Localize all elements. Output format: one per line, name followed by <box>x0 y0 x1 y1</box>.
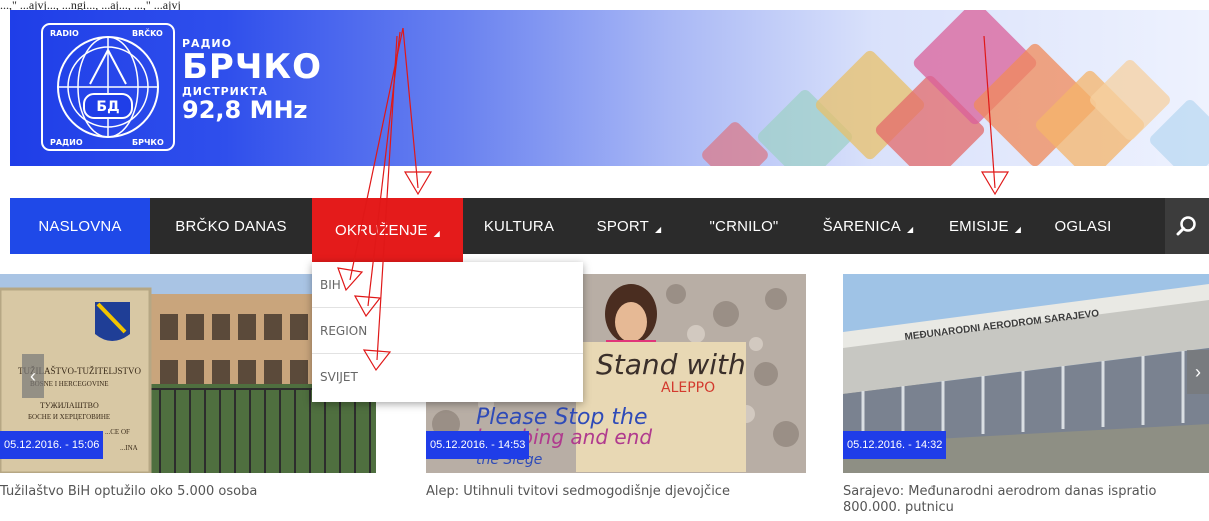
nav-item-sarenica[interactable]: ŠARENICA ◢ <box>805 198 931 254</box>
nav-item-kultura[interactable]: KULTURA <box>463 198 575 254</box>
nav-item-sport[interactable]: SPORT ◢ <box>575 198 683 254</box>
nav-item-label: EMISIJE <box>948 217 1009 235</box>
date-badge: 05.12.2016. - 14:32 <box>843 431 947 459</box>
station-logo[interactable]: БД RADIO BRČKO РАДИО БРЧКО <box>40 22 176 152</box>
news-caption[interactable]: Alep: Utihnuli tvitovi sedmogodišnje dje… <box>426 484 730 500</box>
station-name: РАДИО БРЧКО ДИСТРИКТА 92,8 MHz <box>182 38 322 122</box>
date-badge: 05.12.2016. - 15:06 <box>0 431 104 459</box>
news-caption-line: Sarajevo: Međunarodni aerodrom danas isp… <box>843 484 1157 499</box>
nav-item-brcko-danas[interactable]: BRČKO DANAS <box>150 198 312 254</box>
nav-item-label: NASLOVNA <box>38 217 122 235</box>
main-nav: NASLOVNA BRČKO DANAS OKRUŽENJE ◢ KULTURA… <box>10 198 1209 262</box>
caret-down-icon: ◢ <box>655 224 662 234</box>
caret-down-icon: ◢ <box>906 224 914 234</box>
okruzenje-dropdown-menu: BIH REGION SVIJET <box>312 262 583 402</box>
search-icon <box>1176 216 1196 236</box>
logo-mark-text: БД <box>96 99 119 115</box>
nav-item-label: KULTURA <box>483 217 555 235</box>
decor-shape <box>699 119 771 166</box>
logo-top-right-text: BRČKO <box>132 27 163 38</box>
slider-next-button[interactable]: › <box>1187 350 1209 394</box>
nav-item-label: OGLASI <box>1054 217 1112 235</box>
dropdown-item-label: SVIJET <box>320 370 358 384</box>
logo-bottom-right-text: БРЧКО <box>132 138 164 147</box>
sign-text: ...CE OF <box>105 428 130 436</box>
nav-item-okruzenje[interactable]: OKRUŽENJE ◢ <box>312 198 463 262</box>
logo-bottom-left-text: РАДИО <box>50 138 83 147</box>
sign-text: ALEPPO <box>661 380 715 396</box>
nav-item-oglasi[interactable]: OGLASI <box>1039 198 1127 254</box>
sign-text: ТУЖИЛАШТВО <box>40 401 99 410</box>
nav-item-label: SPORT <box>596 217 650 235</box>
dropdown-item-label: REGION <box>320 323 368 338</box>
nav-item-label: BRČKO DANAS <box>175 217 287 235</box>
news-caption[interactable]: Sarajevo: Međunarodni aerodrom danas isp… <box>843 484 1156 516</box>
logo-top-left-text: RADIO <box>50 29 79 38</box>
chevron-left-icon: ‹ <box>30 365 36 386</box>
sign-text: ...INA <box>120 444 138 452</box>
nav-item-label: "CRNILO" <box>709 217 779 235</box>
nav-item-label: OKRUŽENJE <box>334 221 428 239</box>
chevron-right-icon: › <box>1195 361 1201 382</box>
news-card[interactable]: MEĐUNARODNI AERODROM SARAJEVO 05.12.2016… <box>843 274 1209 504</box>
date-badge: 05.12.2016. - 14:53 <box>426 431 530 459</box>
news-caption[interactable]: Tužilaštvo BiH optužilo oko 5.000 osoba <box>0 484 257 500</box>
top-cropped-text: ...," ...ajvj..., ...ngi..., ...aj..., .… <box>0 0 181 10</box>
dropdown-item-svijet[interactable]: SVIJET <box>312 354 583 400</box>
nav-item-crnilo[interactable]: "CRNILO" <box>683 198 805 254</box>
station-name-line2: БРЧКО <box>182 47 323 87</box>
caret-down-icon: ◢ <box>433 228 440 238</box>
sign-text: БОСНЕ И ХЕРЦЕГОВИНЕ <box>28 413 110 421</box>
dropdown-item-region[interactable]: REGION <box>312 308 583 354</box>
dropdown-item-bih[interactable]: BIH <box>312 262 583 308</box>
nav-item-naslovna[interactable]: NASLOVNA <box>10 198 150 254</box>
search-button[interactable] <box>1165 198 1209 254</box>
nav-item-label: ŠARENICA <box>822 217 901 235</box>
caret-down-icon: ◢ <box>1014 224 1022 234</box>
news-image[interactable]: MEĐUNARODNI AERODROM SARAJEVO 05.12.2016… <box>843 274 1209 473</box>
news-caption-line: 800.000. putnicu <box>843 500 954 515</box>
slider-prev-button[interactable]: ‹ <box>22 354 44 398</box>
header-banner: БД RADIO BRČKO РАДИО БРЧКО РАДИО БРЧКО Д… <box>10 10 1209 166</box>
sign-text: Stand with <box>596 348 746 381</box>
dropdown-item-label: BIH <box>320 277 341 292</box>
station-frequency: 92,8 MHz <box>182 96 308 124</box>
nav-item-emisije[interactable]: EMISIJE ◢ <box>931 198 1039 254</box>
